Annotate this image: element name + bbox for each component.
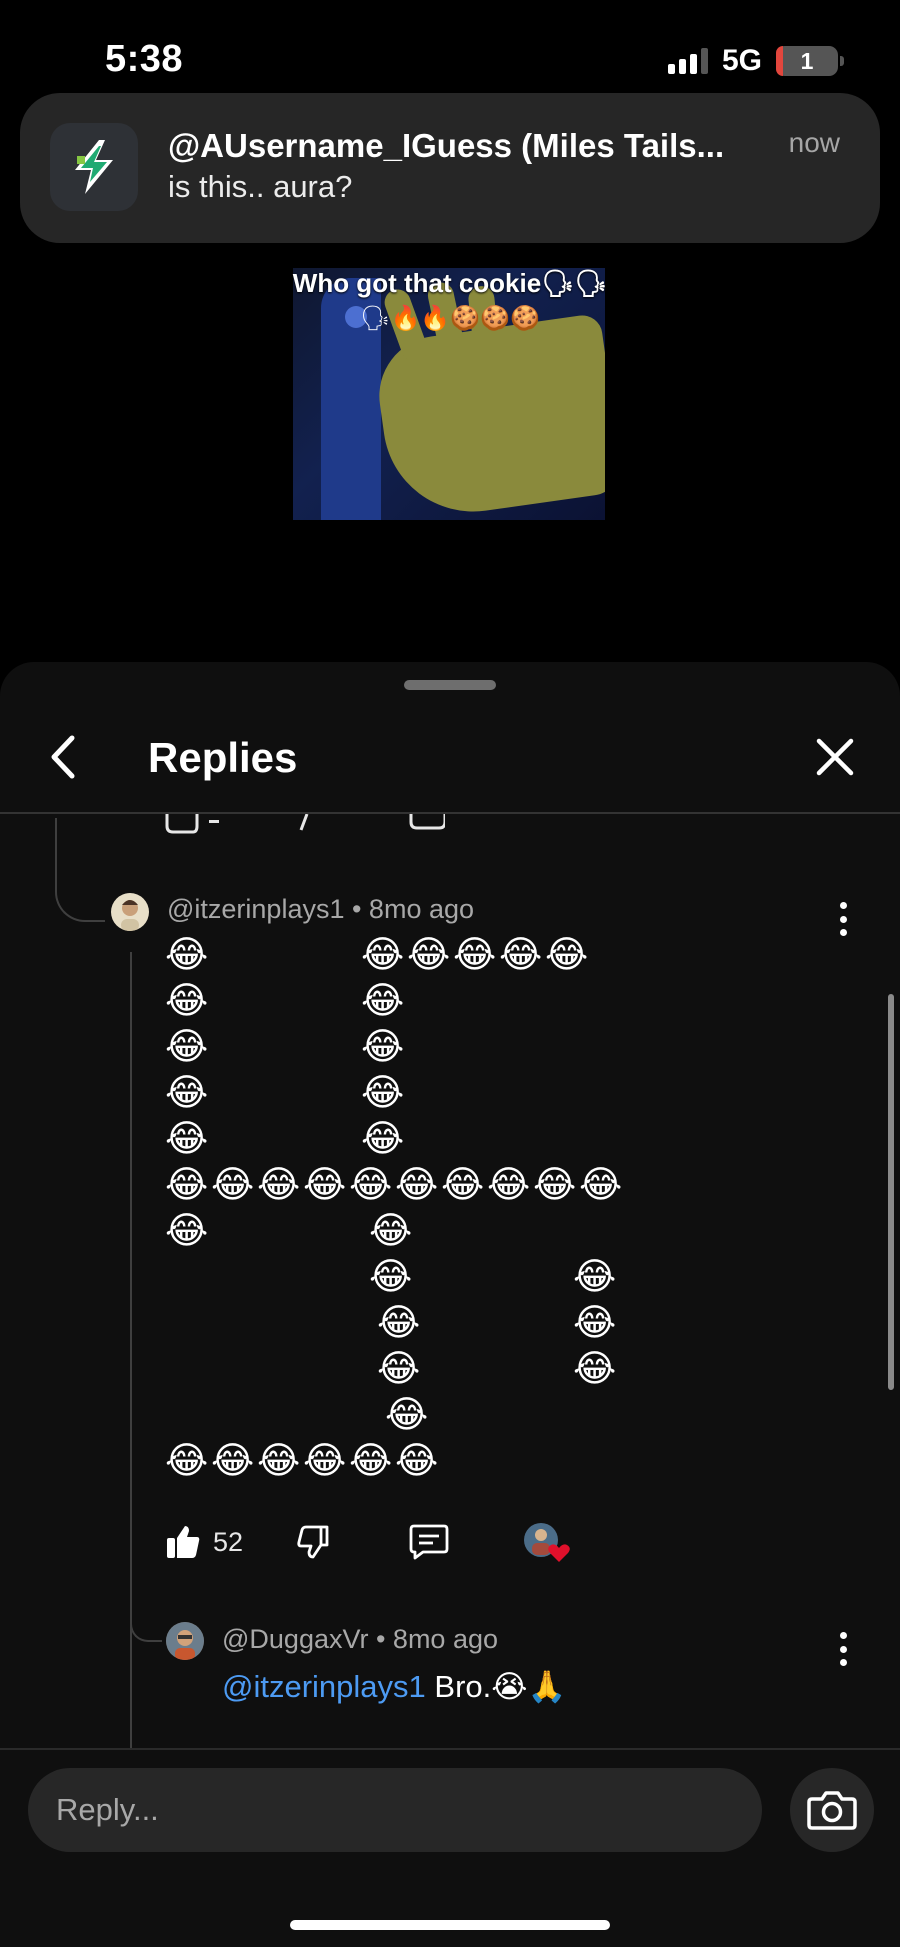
laughing-emoji: 😂	[257, 1164, 301, 1205]
chevron-left-icon	[51, 735, 75, 779]
scrollbar[interactable]	[888, 994, 894, 1390]
network-label: 5G	[721, 44, 762, 77]
laughing-emoji: 😂	[453, 934, 497, 975]
drag-handle[interactable]	[404, 680, 496, 690]
laughing-emoji: 😂	[407, 934, 451, 975]
laughing-emoji: 😂	[361, 980, 405, 1021]
like-button[interactable]: 52	[165, 1517, 243, 1567]
creator-heart-icon	[524, 1523, 570, 1562]
close-icon	[816, 738, 854, 776]
laughing-emoji: 😂	[487, 1164, 531, 1205]
laughing-emoji: 😂	[165, 1210, 209, 1251]
laughing-emoji: 😂	[165, 1440, 209, 1481]
laughing-emoji: 😂	[165, 1118, 209, 1159]
more-options-button[interactable]	[836, 902, 850, 936]
comment-icon	[409, 1524, 449, 1560]
laughing-emoji: 😂	[165, 980, 209, 1021]
back-button[interactable]	[40, 732, 90, 782]
laughing-emoji: 😂	[573, 1302, 617, 1343]
laughing-emoji: 😂	[441, 1164, 485, 1205]
laughing-emoji: 😂	[211, 1164, 255, 1205]
reply-connector	[130, 1612, 162, 1642]
laughing-emoji: 😂	[349, 1440, 393, 1481]
reply-input[interactable]	[28, 1768, 762, 1852]
status-indicators: 5G 1	[667, 44, 844, 78]
like-count: 52	[213, 1526, 244, 1557]
laughing-emoji: 😂	[165, 1026, 209, 1067]
notification-time: now	[788, 127, 840, 158]
avatar[interactable]	[111, 893, 149, 931]
battery-icon: 1	[776, 46, 844, 76]
comment-meta: @DuggaxVr • 8mo ago	[222, 1624, 498, 1654]
notification-banner[interactable]: @AUsername_IGuess (Miles Tails... is thi…	[20, 93, 880, 243]
sheet-header: Replies	[0, 702, 900, 814]
more-options-button[interactable]	[836, 1632, 850, 1666]
laughing-emoji: 😂	[361, 1072, 405, 1113]
sheet-title: Replies	[148, 734, 298, 781]
lightning-app-icon	[50, 123, 138, 211]
laughing-emoji: 😂	[349, 1164, 393, 1205]
battery-level: 1	[800, 47, 814, 74]
laughing-emoji: 😂	[395, 1164, 439, 1205]
laughing-emoji: 😂	[369, 1210, 413, 1251]
camera-button[interactable]	[790, 1768, 874, 1852]
laughing-emoji: 😂	[361, 934, 405, 975]
laughing-emoji: 😂	[573, 1256, 617, 1297]
comment-actions: 52	[165, 1517, 625, 1567]
close-button[interactable]	[810, 732, 860, 782]
reply-bar	[0, 1748, 900, 1947]
laughing-emoji: 😂	[385, 1394, 429, 1435]
creator-heart-badge	[523, 1517, 575, 1567]
thumbs-down-icon	[297, 1525, 329, 1559]
laughing-emoji: 😂	[361, 1026, 405, 1067]
reply-button[interactable]	[409, 1517, 449, 1567]
video-caption: Who got that cookie🗣🗣	[292, 268, 608, 298]
thumbs-up-icon	[167, 1526, 200, 1558]
laughing-emoji: 😂	[165, 1072, 209, 1113]
laughing-emoji: 😂	[303, 1440, 347, 1481]
video-caption-emojis: 🗣🔥🔥🍪🍪🍪	[360, 305, 540, 332]
avatar[interactable]	[166, 1622, 204, 1660]
laughing-emoji: 😂	[303, 1164, 347, 1205]
laughing-emoji: 😂	[579, 1164, 623, 1205]
notification-body: is this.. aura?	[168, 169, 353, 204]
laughing-emoji: 😂	[211, 1440, 255, 1481]
laughing-emoji: 😂	[533, 1164, 577, 1205]
notification-title: @AUsername_IGuess (Miles Tails...	[168, 127, 725, 164]
signal-icon	[667, 48, 708, 74]
dislike-button[interactable]	[295, 1517, 331, 1567]
laughing-emoji: 😂	[165, 934, 209, 975]
comment-emoji-art: 😂 😂 😂 😂 😂 😂 😂 😂 😂 😂 😂 😂 😂 😂 😂 😂 😂 😂 😂 😂 😂 😂 😂 😂 😂 😂 😂 😂 😂 😂 😂…	[165, 932, 645, 1484]
laughing-emoji: 😂	[361, 1118, 405, 1159]
home-indicator[interactable]	[290, 1920, 610, 1930]
laughing-emoji: 😂	[369, 1256, 413, 1297]
laughing-emoji: 😂	[573, 1348, 617, 1389]
thread-connector	[55, 818, 105, 922]
previous-comment-actions	[165, 814, 445, 834]
laughing-emoji: 😂	[545, 934, 589, 975]
laughing-emoji: 😂	[395, 1440, 439, 1481]
status-time: 5:38	[105, 38, 184, 80]
comment-text: @itzerinplays1 Bro.😭🙏	[222, 1668, 566, 1705]
comment-meta: @itzerinplays1 • 8mo ago	[167, 894, 475, 924]
comment-body: Bro.😭🙏	[425, 1669, 567, 1704]
mention-link[interactable]: @itzerinplays1	[222, 1669, 426, 1704]
laughing-emoji: 😂	[165, 1164, 209, 1205]
camera-icon	[807, 1791, 857, 1830]
laughing-emoji: 😂	[377, 1348, 421, 1389]
laughing-emoji: 😂	[499, 934, 543, 975]
laughing-emoji: 😂	[257, 1440, 301, 1481]
laughing-emoji: 😂	[377, 1302, 421, 1343]
